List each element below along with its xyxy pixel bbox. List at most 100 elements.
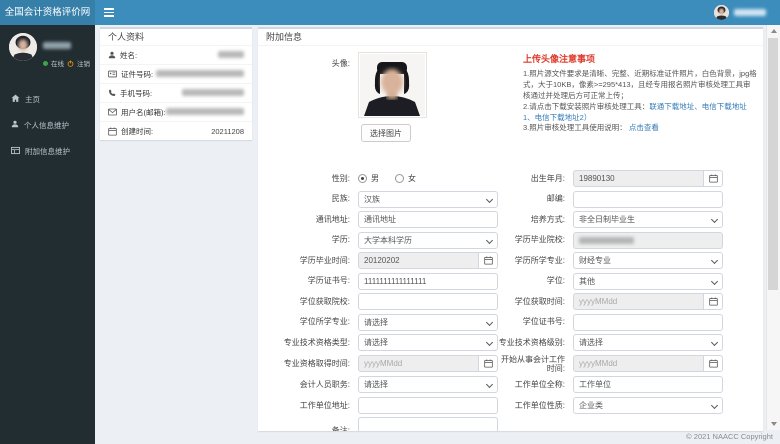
page-scrollbar[interactable] (766, 25, 780, 430)
graduation-date-input: 20120202 (358, 252, 479, 269)
form-row: 性别: 男女出生年月: 19890130 (258, 170, 763, 187)
gender-radio-selected-option[interactable]: 男 (358, 173, 379, 184)
training-mode-select[interactable]: 非全日制毕业生 (573, 211, 723, 228)
sidebar: 在线 注销 主页 个人信息维护附加信息维护 (0, 25, 95, 444)
prof-qual-date-calendar-button[interactable] (479, 355, 498, 373)
postal-code-label: 邮编: (546, 194, 565, 204)
profile-value: 20211208 (211, 127, 244, 136)
form-row: 工作单位地址: 工作单位性质: 企业类 (258, 396, 763, 414)
radio-icon (395, 174, 404, 183)
form-row: 学历证书号: 1111111111111111 学位: 其他 (258, 272, 763, 290)
scrollbar-up-button[interactable] (767, 25, 780, 37)
employer-type-label: 工作单位性质: (514, 400, 565, 410)
degree-cert-no-input[interactable] (573, 313, 723, 331)
additional-info-panel: 附加信息 头像: 选择图片 上传头像注意事项 1.照片源文件要求是清晰、完整、近… (258, 27, 763, 431)
form-row: 通讯地址: 通讯地址 培养方式: 非全日制毕业生 (258, 211, 763, 228)
online-status-icon (43, 60, 48, 66)
id-card-icon (108, 70, 117, 78)
sidebar-user-panel: 在线 注销 (0, 25, 95, 78)
scrollbar-down-button[interactable] (767, 418, 780, 430)
sidebar-username-redacted (43, 42, 71, 49)
education-major-select[interactable]: 财经专业 (573, 252, 723, 269)
profile-row-id-number: 证件号码: (100, 65, 252, 84)
education-cert-no-input[interactable]: 1111111111111111 (358, 272, 498, 290)
ethnicity-label: 民族: (331, 194, 350, 204)
mailing-address-input[interactable]: 通讯地址 (358, 211, 498, 228)
accounting-start-date-calendar-button[interactable] (704, 355, 723, 373)
logout-link[interactable]: 注销 (77, 58, 90, 68)
selected-value: 大学本科学历 (364, 235, 412, 245)
download-link[interactable]: 联通下载地址、 (649, 102, 702, 111)
calendar-icon (108, 127, 117, 136)
education-level-select[interactable]: 大学本科学历 (358, 231, 498, 249)
selected-value: 其他 (579, 276, 595, 286)
prof-qual-level-select[interactable]: 请选择 (573, 334, 723, 351)
birth-date-input: 19890130 (573, 170, 704, 187)
choose-picture-button[interactable]: 选择图片 (361, 124, 411, 142)
scrollbar-thumb[interactable] (768, 38, 778, 290)
chevron-down-icon (710, 215, 719, 224)
birth-date-date-group: 19890130 (573, 170, 723, 187)
form-row: 备注: (258, 417, 763, 431)
prof-qual-type-select[interactable]: 请选择 (358, 334, 498, 351)
redacted-value (579, 236, 634, 244)
form-row: 民族: 汉族 邮编: (258, 190, 763, 208)
education-major-label: 学历所学专业: (514, 255, 565, 265)
sidebar-item-personal-info[interactable]: 个人信息维护 (0, 112, 95, 138)
sidebar-item-label: 附加信息维护 (25, 146, 70, 156)
form-row: 学位所学专业: 请选择 学位证书号: (258, 313, 763, 331)
nav-user-menu[interactable] (714, 0, 766, 25)
employer-name-label: 工作单位全称: (514, 380, 565, 390)
degree-major-label: 学位所学专业: (299, 317, 350, 327)
training-mode-label: 培养方式: (530, 214, 565, 224)
calendar-icon (708, 170, 718, 188)
usage-guide-link[interactable]: 点击查看 (629, 123, 659, 132)
profile-row-created-time: 创建时间: 20211208 (100, 122, 252, 141)
employer-name-input[interactable]: 工作单位 (573, 376, 723, 394)
selected-value: 请选择 (364, 317, 388, 327)
envelope-icon (108, 108, 117, 116)
chevron-down-icon (710, 338, 719, 347)
top-navbar: 全国会计资格评价网 (0, 0, 780, 25)
sidebar-item-additional-info[interactable]: 附加信息维护 (0, 138, 95, 164)
mailing-address-label: 通讯地址: (315, 214, 350, 224)
ethnicity-select[interactable]: 汉族 (358, 190, 498, 208)
degree-label: 学位: (546, 276, 565, 286)
radio-label: 男 (371, 174, 379, 183)
graduation-date-calendar-button[interactable] (479, 252, 498, 269)
selected-value: 财经专业 (579, 256, 611, 265)
additional-info-title: 附加信息 (258, 29, 763, 46)
avatar-upload-section: 头像: 选择图片 上传头像注意事项 1.照片源文件要求是清晰、完整、近期标准证件… (258, 46, 763, 156)
degree-date-date-group: yyyyMMdd (573, 293, 723, 310)
degree-major-select[interactable]: 请选择 (358, 313, 498, 331)
remarks-textarea[interactable] (358, 417, 498, 431)
accountant-position-select[interactable]: 请选择 (358, 376, 498, 394)
notice-line2-prefix: 2.请点击下载安装照片审核处理工具： (523, 101, 650, 111)
degree-select[interactable]: 其他 (573, 272, 723, 290)
site-logo[interactable]: 全国会计资格评价网 (0, 0, 95, 25)
employer-type-select[interactable]: 企业类 (573, 396, 723, 414)
education-level-label: 学历: (331, 235, 350, 245)
calendar-icon (483, 252, 493, 270)
prof-qual-date-date-group: yyyyMMdd (358, 355, 498, 373)
accounting-start-date-label: 开始从事会计工作时间: (501, 354, 565, 373)
birth-date-calendar-button[interactable] (704, 170, 723, 187)
degree-date-calendar-button[interactable] (704, 293, 723, 310)
profile-row-username-email: 用户名(邮箱): (100, 103, 252, 122)
sidebar-item-home[interactable]: 主页 (0, 86, 95, 112)
nav-username-redacted (734, 9, 766, 16)
postal-code-input[interactable] (573, 190, 723, 208)
profile-label: 手机号码: (120, 88, 153, 98)
form-row: 会计人员职务: 请选择 工作单位全称: 工作单位 (258, 376, 763, 394)
profile-label: 姓名: (120, 50, 138, 60)
employer-address-input[interactable] (358, 396, 498, 414)
sidebar-toggle-button[interactable] (95, 0, 123, 25)
download-link[interactable]: 电信下载地址2） (535, 113, 592, 122)
upload-notice: 上传头像注意事项 1.照片源文件要求是清晰、完整、近期标准证件照片，白色背景，j… (523, 52, 757, 134)
graduation-date-date-group: 20120202 (358, 252, 498, 269)
degree-school-input[interactable] (358, 293, 498, 310)
upload-notice-title: 上传头像注意事项 (523, 54, 596, 64)
redacted-value (218, 50, 244, 58)
gender-radio-option[interactable]: 女 (395, 173, 416, 184)
user-icon (11, 120, 19, 130)
